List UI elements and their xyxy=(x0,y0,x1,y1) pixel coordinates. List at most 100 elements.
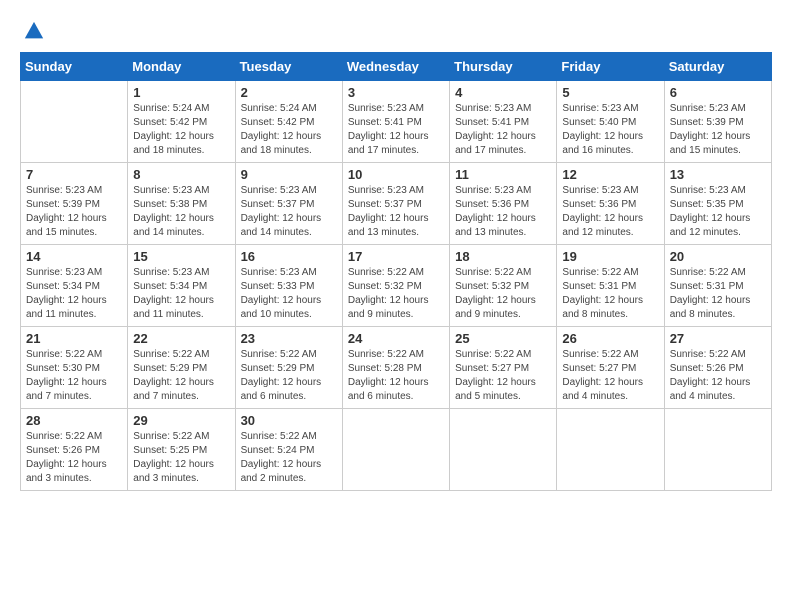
calendar-cell: 2 Sunrise: 5:24 AM Sunset: 5:42 PM Daylig… xyxy=(235,81,342,163)
logo-icon xyxy=(23,20,45,42)
page-header xyxy=(20,20,772,42)
calendar-cell: 30 Sunrise: 5:22 AM Sunset: 5:24 PM Dayli… xyxy=(235,409,342,491)
weekday-header-cell: Friday xyxy=(557,53,664,81)
day-info: Sunrise: 5:23 AM Sunset: 5:37 PM Dayligh… xyxy=(241,184,337,240)
day-info: Sunrise: 5:22 AM Sunset: 5:27 PM Dayligh… xyxy=(562,348,658,404)
day-info: Sunrise: 5:22 AM Sunset: 5:25 PM Dayligh… xyxy=(133,430,229,486)
day-number: 1 xyxy=(133,85,229,100)
day-number: 24 xyxy=(348,331,444,346)
day-number: 14 xyxy=(26,249,122,264)
day-number: 12 xyxy=(562,167,658,182)
calendar-cell: 20 Sunrise: 5:22 AM Sunset: 5:31 PM Dayli… xyxy=(664,245,771,327)
day-number: 6 xyxy=(670,85,766,100)
calendar-cell: 19Sunrise: 5:22 AM Sunset: 5:31 PM Dayli… xyxy=(557,245,664,327)
day-number: 30 xyxy=(241,413,337,428)
day-number: 10 xyxy=(348,167,444,182)
day-number: 15 xyxy=(133,249,229,264)
day-number: 16 xyxy=(241,249,337,264)
day-number: 7 xyxy=(26,167,122,182)
calendar-cell: 3 Sunrise: 5:23 AM Sunset: 5:41 PM Daylig… xyxy=(342,81,449,163)
day-info: Sunrise: 5:23 AM Sunset: 5:34 PM Dayligh… xyxy=(133,266,229,322)
day-info: Sunrise: 5:23 AM Sunset: 5:40 PM Dayligh… xyxy=(562,102,658,158)
calendar-cell: 4 Sunrise: 5:23 AM Sunset: 5:41 PM Daylig… xyxy=(450,81,557,163)
day-info: Sunrise: 5:22 AM Sunset: 5:30 PM Dayligh… xyxy=(26,348,122,404)
calendar-cell: 27 Sunrise: 5:22 AM Sunset: 5:26 PM Dayli… xyxy=(664,327,771,409)
calendar-cell xyxy=(557,409,664,491)
day-number: 4 xyxy=(455,85,551,100)
day-info: Sunrise: 5:23 AM Sunset: 5:39 PM Dayligh… xyxy=(26,184,122,240)
day-number: 23 xyxy=(241,331,337,346)
calendar-cell xyxy=(450,409,557,491)
calendar-cell: 1 Sunrise: 5:24 AM Sunset: 5:42 PM Daylig… xyxy=(128,81,235,163)
day-number: 13 xyxy=(670,167,766,182)
day-info: Sunrise: 5:23 AM Sunset: 5:37 PM Dayligh… xyxy=(348,184,444,240)
day-info: Sunrise: 5:22 AM Sunset: 5:24 PM Dayligh… xyxy=(241,430,337,486)
day-info: Sunrise: 5:22 AM Sunset: 5:31 PM Dayligh… xyxy=(670,266,766,322)
day-info: Sunrise: 5:22 AM Sunset: 5:32 PM Dayligh… xyxy=(348,266,444,322)
calendar-cell: 29 Sunrise: 5:22 AM Sunset: 5:25 PM Dayli… xyxy=(128,409,235,491)
day-number: 27 xyxy=(670,331,766,346)
calendar-week-row: 1 Sunrise: 5:24 AM Sunset: 5:42 PM Daylig… xyxy=(21,81,772,163)
day-info: Sunrise: 5:23 AM Sunset: 5:36 PM Dayligh… xyxy=(455,184,551,240)
day-info: Sunrise: 5:22 AM Sunset: 5:29 PM Dayligh… xyxy=(133,348,229,404)
day-info: Sunrise: 5:23 AM Sunset: 5:36 PM Dayligh… xyxy=(562,184,658,240)
day-info: Sunrise: 5:22 AM Sunset: 5:29 PM Dayligh… xyxy=(241,348,337,404)
calendar-cell: 23 Sunrise: 5:22 AM Sunset: 5:29 PM Dayli… xyxy=(235,327,342,409)
day-info: Sunrise: 5:23 AM Sunset: 5:35 PM Dayligh… xyxy=(670,184,766,240)
calendar-week-row: 7 Sunrise: 5:23 AM Sunset: 5:39 PM Daylig… xyxy=(21,163,772,245)
calendar-week-row: 21Sunrise: 5:22 AM Sunset: 5:30 PM Dayli… xyxy=(21,327,772,409)
calendar-cell: 24 Sunrise: 5:22 AM Sunset: 5:28 PM Dayli… xyxy=(342,327,449,409)
calendar-cell xyxy=(664,409,771,491)
calendar-cell: 26 Sunrise: 5:22 AM Sunset: 5:27 PM Dayli… xyxy=(557,327,664,409)
day-info: Sunrise: 5:22 AM Sunset: 5:26 PM Dayligh… xyxy=(670,348,766,404)
day-info: Sunrise: 5:22 AM Sunset: 5:27 PM Dayligh… xyxy=(455,348,551,404)
day-number: 9 xyxy=(241,167,337,182)
calendar-cell: 14 Sunrise: 5:23 AM Sunset: 5:34 PM Dayli… xyxy=(21,245,128,327)
day-number: 3 xyxy=(348,85,444,100)
calendar-cell: 17 Sunrise: 5:22 AM Sunset: 5:32 PM Dayli… xyxy=(342,245,449,327)
day-info: Sunrise: 5:22 AM Sunset: 5:28 PM Dayligh… xyxy=(348,348,444,404)
day-info: Sunrise: 5:22 AM Sunset: 5:26 PM Dayligh… xyxy=(26,430,122,486)
calendar-cell xyxy=(342,409,449,491)
day-number: 11 xyxy=(455,167,551,182)
calendar-week-row: 28Sunrise: 5:22 AM Sunset: 5:26 PM Dayli… xyxy=(21,409,772,491)
calendar-cell: 16Sunrise: 5:23 AM Sunset: 5:33 PM Dayli… xyxy=(235,245,342,327)
day-info: Sunrise: 5:23 AM Sunset: 5:41 PM Dayligh… xyxy=(455,102,551,158)
logo xyxy=(20,20,45,42)
calendar-cell: 13 Sunrise: 5:23 AM Sunset: 5:35 PM Dayli… xyxy=(664,163,771,245)
day-number: 8 xyxy=(133,167,229,182)
day-info: Sunrise: 5:22 AM Sunset: 5:31 PM Dayligh… xyxy=(562,266,658,322)
calendar-cell: 7 Sunrise: 5:23 AM Sunset: 5:39 PM Daylig… xyxy=(21,163,128,245)
day-info: Sunrise: 5:23 AM Sunset: 5:39 PM Dayligh… xyxy=(670,102,766,158)
day-info: Sunrise: 5:22 AM Sunset: 5:32 PM Dayligh… xyxy=(455,266,551,322)
day-info: Sunrise: 5:24 AM Sunset: 5:42 PM Dayligh… xyxy=(133,102,229,158)
calendar-week-row: 14 Sunrise: 5:23 AM Sunset: 5:34 PM Dayli… xyxy=(21,245,772,327)
day-info: Sunrise: 5:23 AM Sunset: 5:41 PM Dayligh… xyxy=(348,102,444,158)
day-number: 25 xyxy=(455,331,551,346)
weekday-header-cell: Saturday xyxy=(664,53,771,81)
day-info: Sunrise: 5:24 AM Sunset: 5:42 PM Dayligh… xyxy=(241,102,337,158)
day-number: 29 xyxy=(133,413,229,428)
calendar-cell xyxy=(21,81,128,163)
calendar-cell: 18 Sunrise: 5:22 AM Sunset: 5:32 PM Dayli… xyxy=(450,245,557,327)
day-info: Sunrise: 5:23 AM Sunset: 5:38 PM Dayligh… xyxy=(133,184,229,240)
day-number: 20 xyxy=(670,249,766,264)
calendar-cell: 11 Sunrise: 5:23 AM Sunset: 5:36 PM Dayli… xyxy=(450,163,557,245)
day-number: 17 xyxy=(348,249,444,264)
day-number: 2 xyxy=(241,85,337,100)
weekday-header-cell: Wednesday xyxy=(342,53,449,81)
calendar-table: SundayMondayTuesdayWednesdayThursdayFrid… xyxy=(20,52,772,491)
weekday-header-cell: Monday xyxy=(128,53,235,81)
day-number: 5 xyxy=(562,85,658,100)
calendar-cell: 6 Sunrise: 5:23 AM Sunset: 5:39 PM Daylig… xyxy=(664,81,771,163)
calendar-body: 1 Sunrise: 5:24 AM Sunset: 5:42 PM Daylig… xyxy=(21,81,772,491)
weekday-header-cell: Sunday xyxy=(21,53,128,81)
calendar-cell: 8 Sunrise: 5:23 AM Sunset: 5:38 PM Daylig… xyxy=(128,163,235,245)
day-number: 26 xyxy=(562,331,658,346)
calendar-cell: 12 Sunrise: 5:23 AM Sunset: 5:36 PM Dayli… xyxy=(557,163,664,245)
day-number: 18 xyxy=(455,249,551,264)
day-info: Sunrise: 5:23 AM Sunset: 5:34 PM Dayligh… xyxy=(26,266,122,322)
weekday-header-row: SundayMondayTuesdayWednesdayThursdayFrid… xyxy=(21,53,772,81)
calendar-cell: 9 Sunrise: 5:23 AM Sunset: 5:37 PM Daylig… xyxy=(235,163,342,245)
weekday-header-cell: Thursday xyxy=(450,53,557,81)
